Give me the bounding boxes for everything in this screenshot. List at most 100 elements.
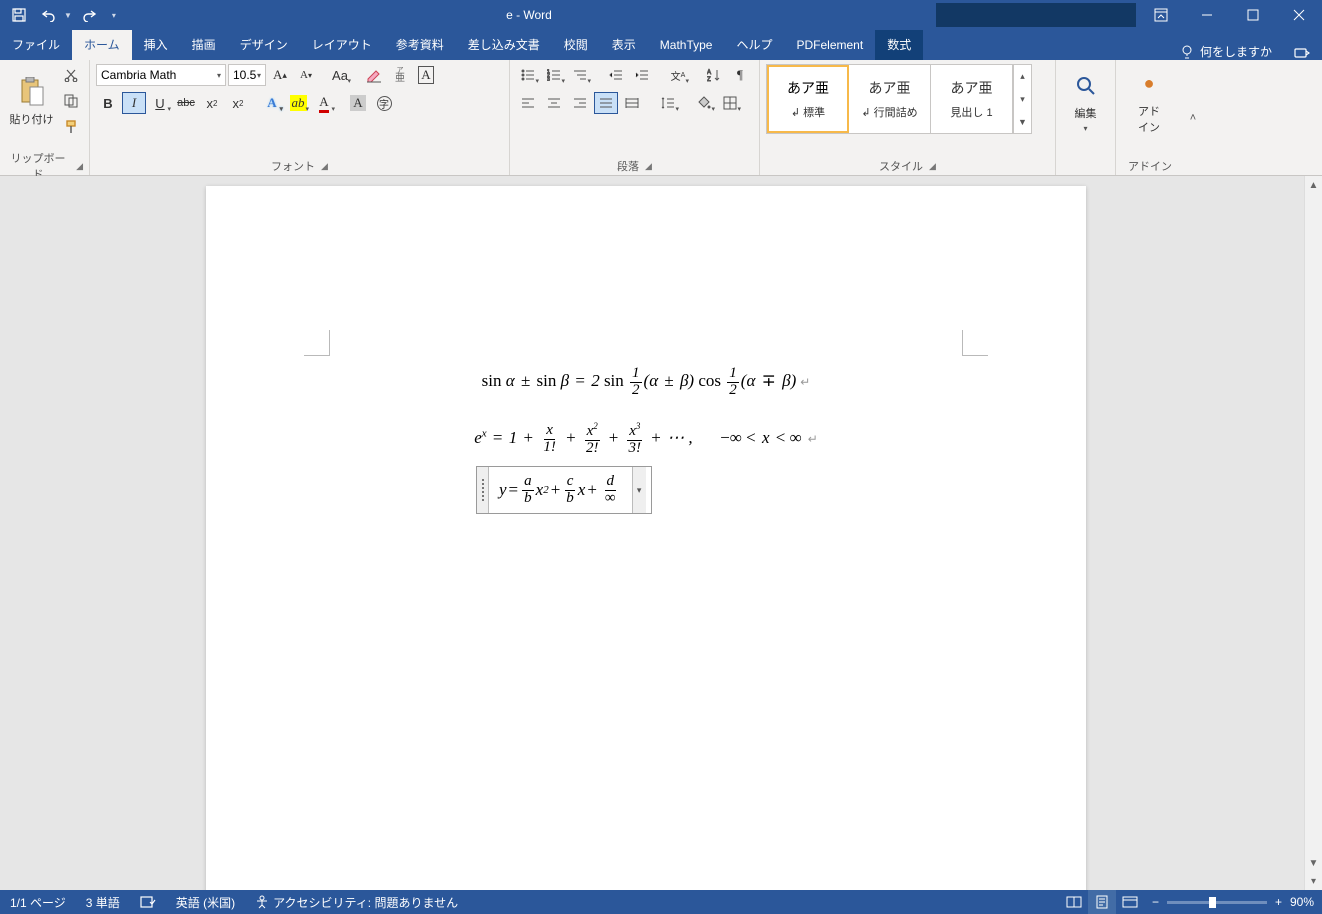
format-painter-button[interactable] xyxy=(59,116,83,138)
character-shading-button[interactable]: A xyxy=(346,92,370,114)
shading-button[interactable]: ▾ xyxy=(692,92,716,114)
align-left-button[interactable] xyxy=(516,92,540,114)
align-right-button[interactable] xyxy=(568,92,592,114)
shrink-font-button[interactable]: A▾ xyxy=(294,64,318,86)
italic-button[interactable]: I xyxy=(122,92,146,114)
status-language[interactable]: 英語 (米国) xyxy=(166,890,245,914)
ribbon-display-options-button[interactable] xyxy=(1138,0,1184,30)
style-heading1[interactable]: あア亜 見出し 1 xyxy=(931,65,1013,133)
tab-equation[interactable]: 数式 xyxy=(875,30,923,60)
view-web-layout-button[interactable] xyxy=(1116,890,1144,914)
increase-indent-button[interactable] xyxy=(630,64,654,86)
grow-font-button[interactable]: A▴ xyxy=(268,64,292,86)
enclose-characters-button[interactable]: 字 xyxy=(372,92,396,114)
tab-design[interactable]: デザイン xyxy=(228,30,300,60)
tab-insert[interactable]: 挿入 xyxy=(132,30,180,60)
bold-button[interactable]: B xyxy=(96,92,120,114)
scroll-up-icon[interactable]: ▲ xyxy=(1305,176,1322,194)
maximize-button[interactable] xyxy=(1230,0,1276,30)
numbering-button[interactable]: 123▾ xyxy=(542,64,566,86)
editing-button[interactable]: 編集 ▾ xyxy=(1062,64,1109,138)
tab-help[interactable]: ヘルプ xyxy=(724,30,784,60)
equation-3[interactable]: y = ab x2 + cb x + d∞ xyxy=(489,467,632,513)
undo-dropdown-icon[interactable]: ▼ xyxy=(64,11,72,20)
phonetic-guide-button[interactable]: ア亜 xyxy=(388,64,412,86)
font-name-combo[interactable]: Cambria Math▾ xyxy=(96,64,226,86)
collapse-ribbon-button[interactable]: ˄ xyxy=(1184,60,1202,175)
show-marks-button[interactable]: ¶ xyxy=(728,64,752,86)
tab-file[interactable]: ファイル xyxy=(0,30,72,60)
character-border-button[interactable]: A xyxy=(414,64,438,86)
status-page[interactable]: 1/1 ページ xyxy=(0,890,76,914)
addins-button[interactable]: ● アド イン xyxy=(1122,64,1176,138)
qat-customize-icon[interactable]: ▾ xyxy=(112,11,116,20)
align-center-button[interactable] xyxy=(542,92,566,114)
decrease-indent-button[interactable] xyxy=(604,64,628,86)
subscript-button[interactable]: x2 xyxy=(200,92,224,114)
styles-dialog-launcher[interactable]: ◢ xyxy=(929,161,936,172)
paragraph-dialog-launcher[interactable]: ◢ xyxy=(645,161,652,172)
tell-me-search[interactable]: 何をしますか xyxy=(1170,43,1282,60)
clear-formatting-button[interactable] xyxy=(362,64,386,86)
scroll-down-icon[interactable]: ▼ xyxy=(1305,854,1322,872)
font-size-combo[interactable]: 10.5▾ xyxy=(228,64,266,86)
line-spacing-button[interactable]: ▾ xyxy=(656,92,680,114)
gallery-down-icon[interactable]: ▾ xyxy=(1014,88,1031,111)
superscript-button[interactable]: x2 xyxy=(226,92,250,114)
status-accessibility[interactable]: アクセシビリティ: 問題ありません xyxy=(245,890,468,914)
save-button[interactable] xyxy=(6,2,32,28)
zoom-slider[interactable] xyxy=(1167,901,1267,904)
tab-references[interactable]: 参考資料 xyxy=(384,30,456,60)
multilevel-list-button[interactable]: ▾ xyxy=(568,64,592,86)
redo-button[interactable] xyxy=(76,2,102,28)
tab-mailings[interactable]: 差し込み文書 xyxy=(456,30,552,60)
zoom-in-button[interactable]: + xyxy=(1275,895,1282,909)
status-spellcheck-icon[interactable] xyxy=(130,890,166,914)
borders-button[interactable]: ▾ xyxy=(718,92,742,114)
font-dialog-launcher[interactable]: ◢ xyxy=(321,161,328,172)
zoom-value[interactable]: 90% xyxy=(1290,895,1314,909)
tab-draw[interactable]: 描画 xyxy=(180,30,228,60)
next-page-icon[interactable]: ▾ xyxy=(1305,872,1322,890)
cut-button[interactable] xyxy=(59,64,83,86)
text-direction-button[interactable]: 文A▾ xyxy=(666,64,690,86)
bullets-button[interactable]: ▾ xyxy=(516,64,540,86)
strikethrough-button[interactable]: abc xyxy=(174,92,198,114)
text-effects-button[interactable]: A▾ xyxy=(260,92,284,114)
sort-button[interactable]: AZ xyxy=(702,64,726,86)
style-normal[interactable]: あア亜 ↲ 標準 xyxy=(767,65,849,133)
tab-home[interactable]: ホーム xyxy=(72,30,132,60)
copy-button[interactable] xyxy=(59,90,83,112)
styles-gallery[interactable]: あア亜 ↲ 標準 あア亜 ↲ 行間詰め あア亜 見出し 1 ▴ ▾ ▼ xyxy=(766,64,1032,134)
equation-editor-box[interactable]: y = ab x2 + cb x + d∞ ▾ xyxy=(476,466,652,514)
equation-box-dropdown[interactable]: ▾ xyxy=(632,467,646,513)
underline-button[interactable]: U▾ xyxy=(148,92,172,114)
gallery-up-icon[interactable]: ▴ xyxy=(1014,65,1031,88)
gallery-more-icon[interactable]: ▼ xyxy=(1014,110,1031,133)
minimize-button[interactable] xyxy=(1184,0,1230,30)
style-no-spacing[interactable]: あア亜 ↲ 行間詰め xyxy=(849,65,931,133)
equation-box-handle[interactable] xyxy=(477,467,489,513)
tab-pdfelement[interactable]: PDFelement xyxy=(785,30,876,60)
highlight-button[interactable]: ab▾ xyxy=(286,92,310,114)
justify-button[interactable] xyxy=(594,92,618,114)
distributed-button[interactable] xyxy=(620,92,644,114)
view-read-mode-button[interactable] xyxy=(1060,890,1088,914)
status-words[interactable]: 3 単語 xyxy=(76,890,130,914)
change-case-button[interactable]: Aa▾ xyxy=(328,64,352,86)
tab-review[interactable]: 校閲 xyxy=(552,30,600,60)
tab-layout[interactable]: レイアウト xyxy=(300,30,384,60)
clipboard-dialog-launcher[interactable]: ◢ xyxy=(76,161,83,172)
paste-button[interactable]: 貼り付け xyxy=(6,64,57,138)
font-color-button[interactable]: A▾ xyxy=(312,92,336,114)
tab-mathtype[interactable]: MathType xyxy=(648,30,725,60)
page[interactable]: sin α ± sin β = 2 sin 12(α ± β) cos 12(α… xyxy=(206,186,1086,890)
tab-view[interactable]: 表示 xyxy=(600,30,648,60)
vertical-scrollbar[interactable]: ▲ ▼ ▾ xyxy=(1304,176,1322,890)
view-print-layout-button[interactable] xyxy=(1088,890,1116,914)
share-button[interactable] xyxy=(1282,46,1322,60)
close-button[interactable] xyxy=(1276,0,1322,30)
undo-button[interactable] xyxy=(36,2,62,28)
zoom-out-button[interactable]: − xyxy=(1152,895,1159,909)
account-area[interactable] xyxy=(936,3,1136,27)
